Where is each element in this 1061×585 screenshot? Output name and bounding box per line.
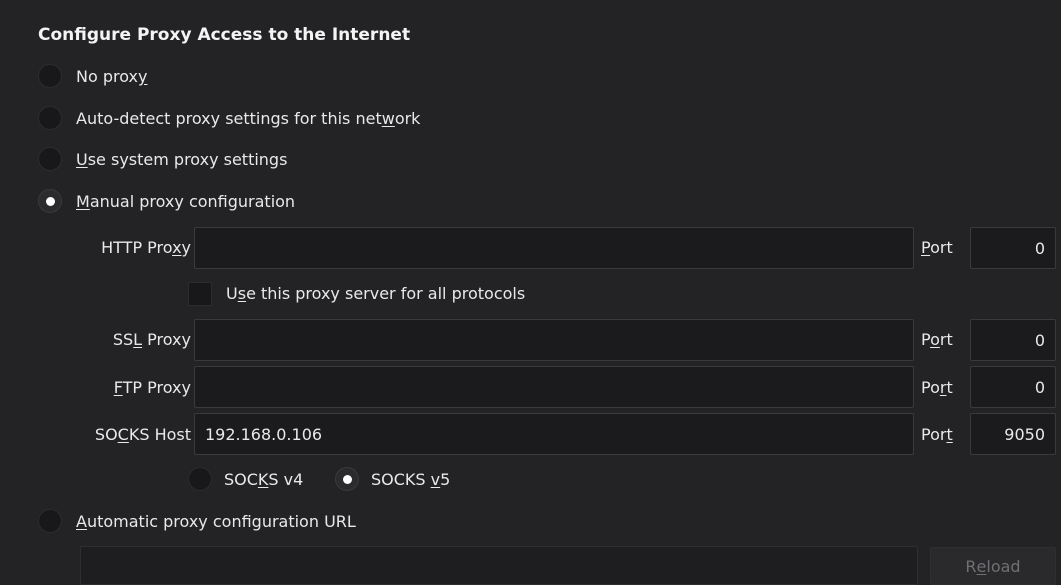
radio-label: No proxy: [76, 66, 148, 86]
radio-label: SOCKS v4: [224, 469, 304, 489]
socks-host-label: SOCKS Host: [94, 425, 191, 444]
radio-no-proxy[interactable]: No proxy: [38, 64, 147, 88]
ftp-port-input[interactable]: [970, 366, 1056, 408]
radio-label: Automatic proxy configuration URL: [76, 511, 356, 531]
radio-button[interactable]: [38, 64, 62, 88]
ssl-port-input[interactable]: [970, 319, 1056, 361]
socks-port-label: Port: [921, 425, 953, 444]
radio-auto-proxy-url[interactable]: Automatic proxy configuration URL: [38, 509, 356, 533]
ftp-proxy-input[interactable]: [194, 366, 914, 408]
http-proxy-input[interactable]: [194, 227, 914, 269]
radio-button[interactable]: [38, 509, 62, 533]
radio-socks-v5[interactable]: SOCKS v5: [335, 467, 450, 491]
radio-manual-proxy[interactable]: Manual proxy configuration: [38, 189, 295, 213]
socks-host-input[interactable]: [194, 413, 914, 455]
socks-port-input[interactable]: [970, 413, 1056, 455]
radio-label: Auto-detect proxy settings for this netw…: [76, 108, 421, 128]
all-protocols-label: Use this proxy server for all protocols: [226, 284, 526, 303]
radio-system-proxy[interactable]: Use system proxy settings: [38, 147, 287, 171]
radio-button[interactable]: [38, 147, 62, 171]
radio-label: Manual proxy configuration: [76, 191, 296, 211]
radio-socks-v4[interactable]: SOCKS v4: [188, 467, 303, 491]
section-title: Configure Proxy Access to the Internet: [38, 25, 411, 45]
reload-label: R: [965, 556, 977, 576]
http-proxy-label: HTTP Proxy: [101, 238, 191, 257]
radio-label: Use system proxy settings: [76, 149, 288, 169]
ssl-proxy-label: SSL Proxy: [112, 330, 191, 349]
radio-label: SOCKS v5: [371, 469, 451, 489]
all-protocols-checkbox[interactable]: [188, 282, 212, 306]
radio-button[interactable]: [188, 467, 212, 491]
radio-auto-detect[interactable]: Auto-detect proxy settings for this netw…: [38, 106, 420, 130]
http-port-input[interactable]: [970, 227, 1056, 269]
reload-button[interactable]: Re load: [930, 547, 1056, 585]
ftp-port-label: Port: [921, 378, 953, 397]
radio-button-selected[interactable]: [38, 189, 62, 213]
ssl-proxy-input[interactable]: [194, 319, 914, 361]
auto-proxy-url-input[interactable]: [80, 546, 918, 585]
radio-button[interactable]: [38, 106, 62, 130]
radio-button-selected[interactable]: [335, 467, 359, 491]
ftp-proxy-label: FTP Proxy: [113, 378, 191, 397]
http-port-label: Port: [921, 238, 953, 257]
ssl-port-label: Port: [921, 330, 953, 349]
